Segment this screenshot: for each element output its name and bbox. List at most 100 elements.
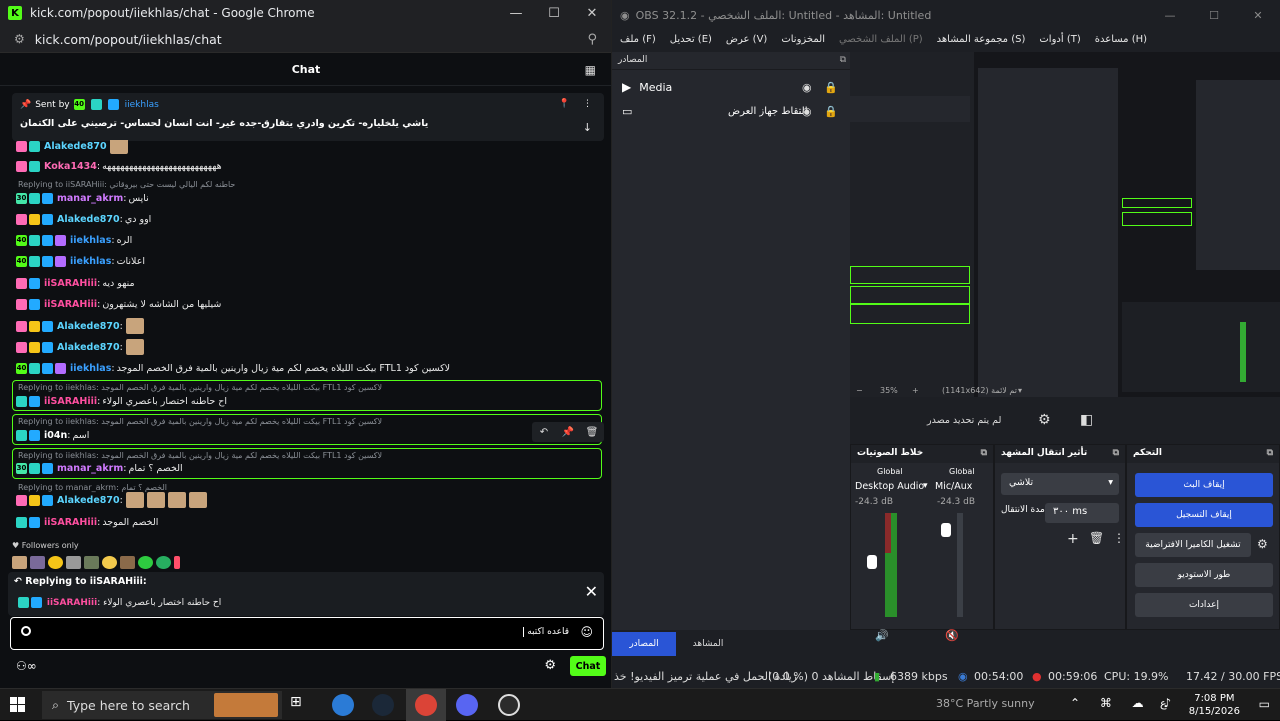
list-item[interactable]: Alakede870: xyxy=(16,316,144,336)
expand-icon[interactable]: ↓ xyxy=(583,121,592,134)
emote-icon[interactable] xyxy=(30,556,45,569)
preview-canvas[interactable] xyxy=(850,52,1280,397)
close-icon[interactable]: ✕ xyxy=(1236,9,1280,22)
menu-item[interactable]: أدوات (T) xyxy=(1039,34,1080,45)
list-item[interactable]: iiSARAHiii: شيليها من الشاشه لا يشتهرون xyxy=(16,294,221,314)
visibility-icon[interactable]: ◉ xyxy=(802,81,812,94)
stop-recording-button[interactable]: إيقاف التسجيل xyxy=(1135,503,1273,527)
pin-icon[interactable]: 📌 xyxy=(556,422,580,442)
notification-icon[interactable]: ▭ xyxy=(1259,697,1270,711)
maximize-icon[interactable]: ☐ xyxy=(1192,9,1236,22)
users-icon[interactable]: ⚇∞ xyxy=(16,659,37,673)
zoom-in-icon[interactable]: + xyxy=(912,386,919,395)
menu-item[interactable]: ملف (F) xyxy=(620,34,656,45)
more-options-icon[interactable]: ⋮ xyxy=(1113,531,1125,545)
close-icon[interactable]: ✕ xyxy=(573,0,611,26)
emote-icon[interactable] xyxy=(12,556,27,569)
weather-widget[interactable]: 38°C Partly sunny xyxy=(936,697,1035,710)
maximize-icon[interactable]: ☐ xyxy=(535,0,573,26)
list-item[interactable]: iiSARAHiii: اح حاطنه اختصار باعصري الولا… xyxy=(16,391,227,411)
list-item[interactable]: i04n: اسم xyxy=(16,425,89,445)
duration-spinbox[interactable]: ٣٠٠ ms xyxy=(1045,503,1119,523)
chat-input[interactable]: قاعده اكتبه ☺ xyxy=(10,617,604,650)
list-item[interactable]: Alakede870 xyxy=(16,140,128,156)
speaker-icon[interactable]: 🔊 xyxy=(875,629,889,642)
delete-icon[interactable]: 🗑 xyxy=(1089,531,1104,545)
reply-icon[interactable]: ↶ xyxy=(532,422,556,442)
menu-item[interactable]: تحديل (E) xyxy=(670,34,712,45)
emote-icon[interactable] xyxy=(174,556,180,569)
source-item-display-capture[interactable]: ▭ التقاط جهاز العرض ◉ 🔒 xyxy=(622,100,842,122)
popout-icon[interactable]: ⧉ xyxy=(840,55,846,65)
send-button[interactable]: Chat xyxy=(570,656,606,676)
menu-item[interactable]: عرض (V) xyxy=(726,34,767,45)
delete-icon[interactable]: 🗑 xyxy=(580,422,604,442)
lock-icon[interactable]: 🔒 xyxy=(824,81,838,94)
app-icon[interactable] xyxy=(456,694,478,716)
chevron-down-icon[interactable]: ▾ xyxy=(1018,386,1022,395)
list-item[interactable]: iiSARAHiii: الخصم الموجد xyxy=(16,512,158,532)
gear-icon[interactable]: ⚙ xyxy=(1257,537,1268,551)
popout-icon[interactable]: ⧉ xyxy=(981,448,987,458)
list-item[interactable]: Alakede870: xyxy=(16,490,207,510)
list-item[interactable]: 40 iiekhlas: بيكت الليلاه يخصم لكم مية ز… xyxy=(16,358,450,378)
minimize-icon[interactable]: — xyxy=(497,0,535,26)
dropdown-icon[interactable]: ▾ xyxy=(923,481,928,491)
volume-slider[interactable] xyxy=(867,555,877,569)
menu-item[interactable]: مساعدة (H) xyxy=(1095,34,1147,45)
transition-select[interactable]: تلاشي ▾ xyxy=(1001,473,1119,495)
popout-icon[interactable]: ⧉ xyxy=(1267,448,1273,458)
filter-icon[interactable]: ◧ xyxy=(1080,412,1093,428)
virtual-camera-button[interactable]: تشغيل الكاميرا الافتراضية xyxy=(1135,533,1251,557)
site-settings-icon[interactable]: ⚙ xyxy=(14,32,25,46)
emote-icon[interactable] xyxy=(120,556,135,569)
volume-slider[interactable] xyxy=(941,523,951,537)
emote-icon[interactable] xyxy=(48,556,63,569)
emote-icon[interactable] xyxy=(138,556,153,569)
source-item-media[interactable]: ▶ Media ◉ 🔒 xyxy=(622,76,842,98)
tab-scenes[interactable]: المشاهد xyxy=(676,632,740,656)
minimize-icon[interactable]: — xyxy=(1148,9,1192,22)
emoji-icon[interactable]: ☺ xyxy=(580,625,593,639)
chat-input-value[interactable]: قاعده اكتبه xyxy=(523,627,569,637)
list-item[interactable]: iiSARAHiii: منهو ديه xyxy=(16,273,135,293)
gear-icon[interactable]: ⚙ xyxy=(544,658,556,673)
language-indicator[interactable]: ع xyxy=(1160,697,1167,710)
edge-icon[interactable] xyxy=(332,694,354,716)
list-item[interactable]: Koka1434: ههههههههههههههههههههههههههه xyxy=(16,156,222,176)
menu-item[interactable]: الملف الشخصي (P) xyxy=(839,34,923,45)
emote-icon[interactable] xyxy=(66,556,81,569)
taskbar-search[interactable]: ⌕ Type here to search xyxy=(42,691,282,719)
list-item[interactable]: 40 iiekhlas: اعلانات xyxy=(16,251,145,271)
menu-item[interactable]: مجموعة المشاهد (S) xyxy=(937,34,1026,45)
chrome-icon[interactable] xyxy=(415,694,437,716)
zoom-out-icon[interactable]: − xyxy=(856,386,863,395)
tab-sources[interactable]: المصادر xyxy=(612,632,676,656)
chat-settings-icon[interactable]: ▦ xyxy=(585,63,596,77)
windows-start-icon[interactable] xyxy=(10,697,26,713)
emote-icon[interactable] xyxy=(102,556,117,569)
obs-icon[interactable] xyxy=(498,694,520,716)
stop-streaming-button[interactable]: إيقاف البث xyxy=(1135,473,1273,497)
url-text[interactable]: kick.com/popout/iiekhlas/chat xyxy=(35,32,588,47)
close-reply-icon[interactable]: ✕ xyxy=(585,582,598,601)
list-item[interactable]: Alakede870: xyxy=(16,337,144,357)
list-item[interactable]: Alakede870: اوو دي xyxy=(16,209,151,229)
menu-item[interactable]: المخزونات xyxy=(781,34,825,45)
settings-button[interactable]: إعدادات xyxy=(1135,593,1273,617)
list-item[interactable]: 30 manar_akrm: الخصم ؟ تمام xyxy=(16,458,183,478)
steam-icon[interactable] xyxy=(372,694,394,716)
unpin-icon[interactable]: 📍 xyxy=(559,99,570,109)
clock[interactable]: 7:08 PM 8/15/2026 xyxy=(1189,692,1240,718)
pinned-author[interactable]: iiekhlas xyxy=(125,100,159,110)
studio-mode-button[interactable]: طور الاستوديو xyxy=(1135,563,1273,587)
list-item[interactable]: 40 iiekhlas: الره xyxy=(16,230,132,250)
task-view-icon[interactable]: ⊞ xyxy=(290,694,312,716)
lock-icon[interactable]: 🔒 xyxy=(824,105,838,118)
more-options-icon[interactable]: ⋮ xyxy=(583,99,592,109)
popout-icon[interactable]: ⧉ xyxy=(1113,448,1119,458)
visibility-icon[interactable]: ◉ xyxy=(802,105,812,118)
mute-icon[interactable]: 🔇 xyxy=(945,629,959,642)
emote-icon[interactable] xyxy=(156,556,171,569)
zoom-icon[interactable]: ⚲ xyxy=(587,32,597,47)
